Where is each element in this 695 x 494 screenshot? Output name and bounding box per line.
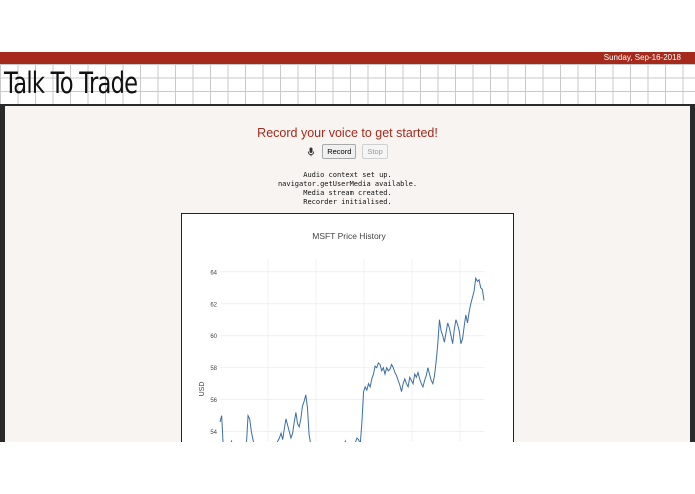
app-title: Talk To Trade <box>4 66 138 100</box>
y-tick-label: 60 <box>210 334 217 340</box>
price-series-line <box>219 276 485 442</box>
y-axis-ticks: 54 56 58 60 62 64 <box>210 270 217 436</box>
y-tick-label: 62 <box>210 302 217 308</box>
log-line: Audio context set up. <box>303 171 392 179</box>
status-log: Audio context set up. navigator.getUserM… <box>5 171 690 207</box>
y-tick-label: 56 <box>210 398 217 404</box>
record-prompt-heading: Record your voice to get started! <box>257 126 438 140</box>
y-tick-label: 54 <box>210 430 217 436</box>
recorder-controls: Record Stop <box>5 144 690 159</box>
y-tick-label: 64 <box>210 270 217 276</box>
price-chart[interactable]: MSFT Price History USD 54 56 58 60 62 64 <box>182 214 513 442</box>
top-date-bar: Sunday, Sep-16-2018 <box>0 52 695 64</box>
stop-button[interactable]: Stop <box>362 144 388 159</box>
record-button[interactable]: Record <box>322 144 357 159</box>
y-axis-label: USD <box>199 382 206 397</box>
y-tick-label: 58 <box>210 366 217 372</box>
chart-title: MSFT Price History <box>312 231 386 241</box>
log-line: Recorder initialised. <box>303 198 392 206</box>
price-chart-container: MSFT Price History USD 54 56 58 60 62 64 <box>181 213 514 442</box>
log-line: Media stream created. <box>303 189 392 197</box>
current-date: Sunday, Sep-16-2018 <box>603 53 681 62</box>
log-line: navigator.getUserMedia available. <box>277 180 418 188</box>
microphone-icon <box>308 147 315 156</box>
grid-banner: Talk To Trade <box>0 64 695 106</box>
main-area: Record your voice to get started! Record… <box>0 106 695 442</box>
chart-grid <box>220 259 484 442</box>
page-bottom-blank <box>0 442 695 494</box>
content-panel: Record your voice to get started! Record… <box>5 106 690 442</box>
